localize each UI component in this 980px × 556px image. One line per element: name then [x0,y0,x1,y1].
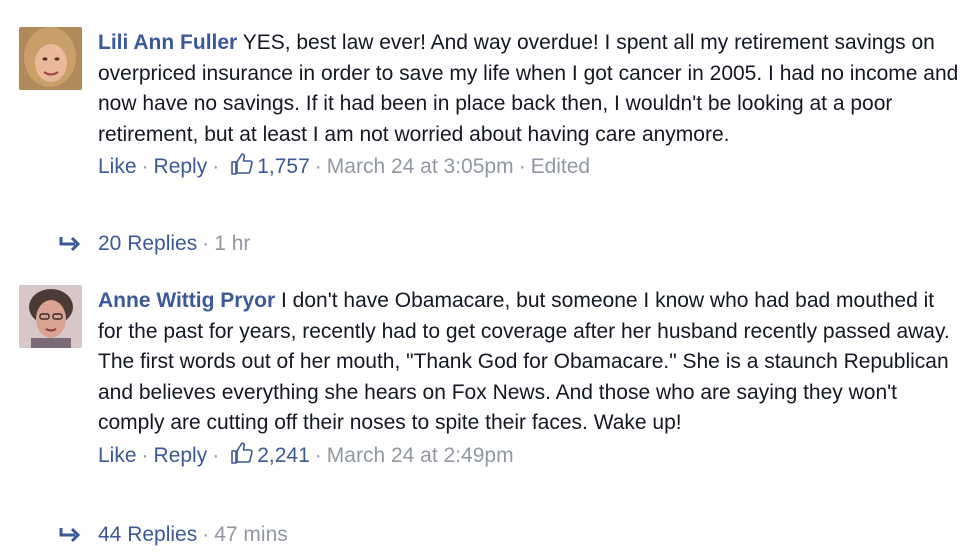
replies-count[interactable]: 44 Replies [98,523,197,546]
avatar-lili-icon [19,27,82,90]
avatar-anne-icon [19,285,82,348]
separator-dot: · [518,155,526,178]
like-count[interactable]: 1,757 [257,155,310,178]
separator-dot: · [212,155,220,178]
thumbs-up-icon[interactable] [230,152,254,185]
like-count[interactable]: 2,241 [257,444,310,467]
reply-button[interactable]: Reply [154,155,208,178]
reply-arrow-icon [58,233,86,263]
separator-dot: · [202,232,210,255]
replies-time: 47 mins [214,523,288,546]
comment-actions: Like · Reply · 2,241 · March 24 at 2:49pm [98,441,960,474]
like-button[interactable]: Like [98,155,137,178]
separator-dot: · [212,443,220,467]
comment-timestamp[interactable]: March 24 at 2:49pm [327,444,514,467]
replies-time: 1 hr [214,232,251,255]
edited-label[interactable]: Edited [531,155,591,178]
replies-link[interactable]: 44 Replies · 47 mins [58,520,288,554]
reply-button[interactable]: Reply [154,444,208,467]
reply-arrow-icon [58,524,86,554]
avatar[interactable] [19,27,82,90]
comment-text: Lili Ann Fuller YES, best law ever! And … [98,28,960,150]
thumbs-up-icon[interactable] [230,441,254,474]
separator-dot: · [314,155,322,178]
separator-dot: · [202,523,210,546]
comment-actions: Like · Reply · 1,757 · March 24 at 3:05pm · Edi… [98,152,960,185]
separator-dot: · [141,155,149,178]
replies-link[interactable]: 20 Replies · 1 hr [58,229,250,263]
comment-timestamp[interactable]: March 24 at 3:05pm [327,155,514,178]
comment-author[interactable]: Anne Wittig Pryor [98,289,275,312]
avatar[interactable] [19,285,82,348]
comment-author[interactable]: Lili Ann Fuller [98,31,237,54]
comment-text: Anne Wittig Pryor I don't have Obamacare… [98,286,960,439]
separator-dot: · [141,443,149,467]
separator-dot: · [314,443,322,467]
replies-count[interactable]: 20 Replies [98,232,197,255]
like-button[interactable]: Like [98,444,137,467]
